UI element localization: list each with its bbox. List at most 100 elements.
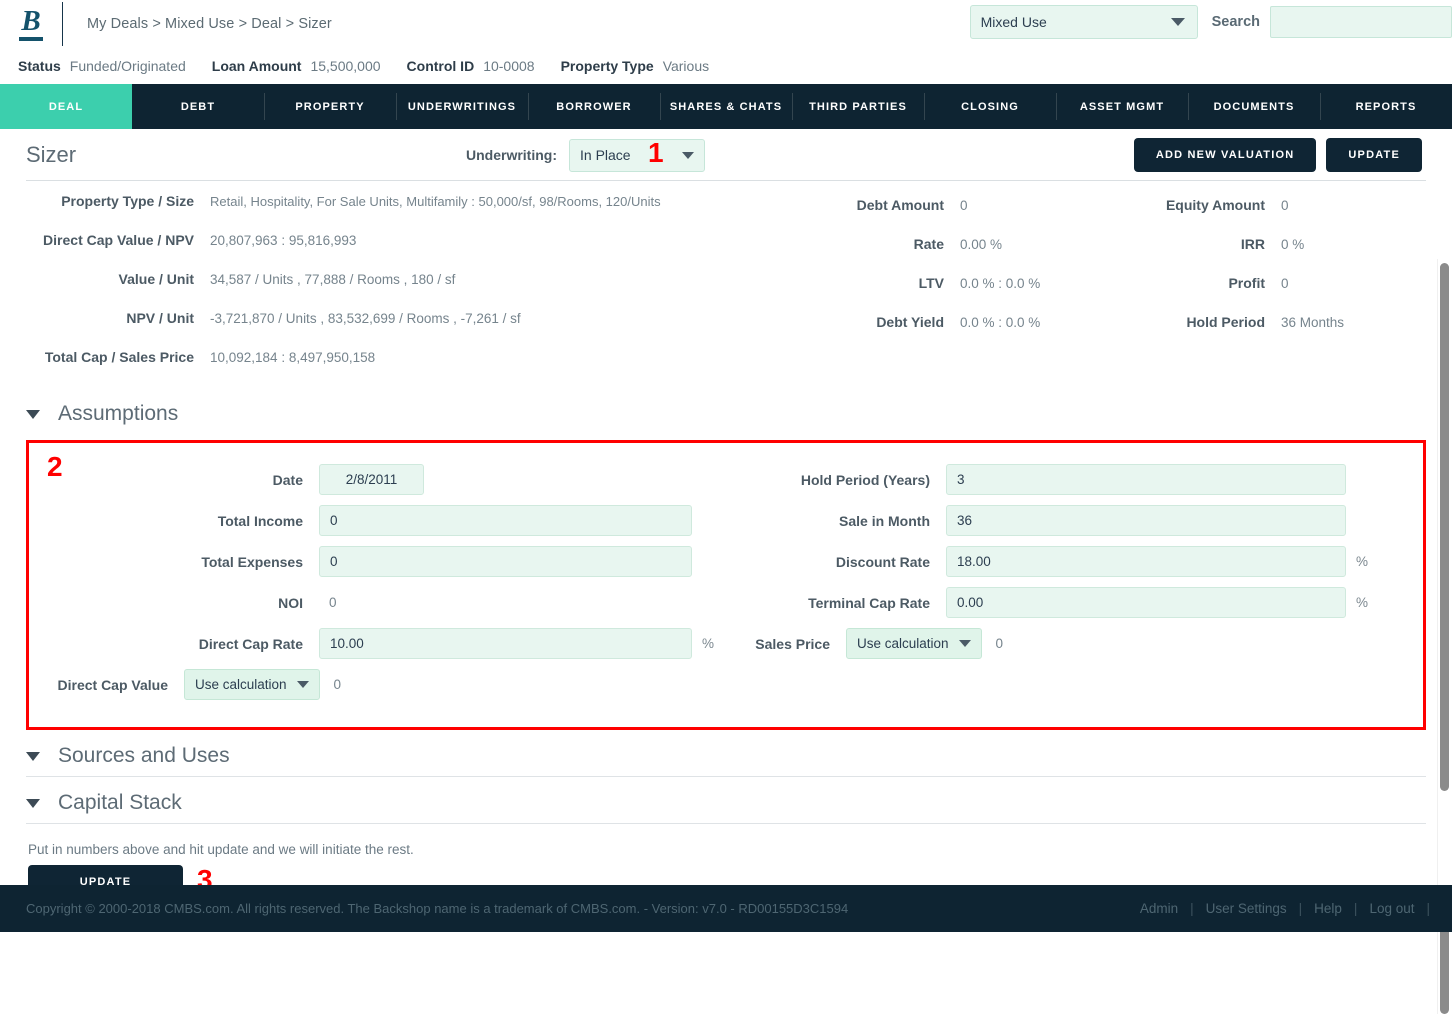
triangle-down-icon[interactable] <box>26 751 40 761</box>
status-label: Status <box>18 57 61 74</box>
sale-in-month-input[interactable] <box>946 505 1346 536</box>
footer-link-admin[interactable]: Admin <box>1128 901 1190 916</box>
footer-links: Admin | User Settings | Help | Log out | <box>1128 901 1430 916</box>
profit-value: 0 <box>1281 276 1289 291</box>
tab-reports[interactable]: REPORTS <box>1320 84 1452 129</box>
portfolio-select[interactable]: Mixed Use <box>969 5 1198 39</box>
tab-debt[interactable]: DEBT <box>132 84 264 129</box>
summary-equity-column: Equity Amount 0 IRR 0 % Profit 0 Hold Perio… <box>1131 197 1452 388</box>
sources-and-uses-section-header[interactable]: Sources and Uses <box>0 730 1452 776</box>
value-per-unit-label: Value / Unit <box>118 271 194 287</box>
sale-in-month-label: Sale in Month <box>839 512 930 529</box>
direct-cap-value-label: Direct Cap Value <box>57 676 169 693</box>
debt-amount-label: Debt Amount <box>856 197 944 213</box>
scrollbar-thumb[interactable] <box>1440 263 1449 791</box>
npv-per-unit-label: NPV / Unit <box>126 310 194 326</box>
debt-yield-label: Debt Yield <box>876 314 944 330</box>
tab-asset-mgmt-label: ASSET MGMT <box>1079 100 1165 113</box>
summary-row: Direct Cap Value / NPV 20,807,963 : 95,81… <box>0 232 810 271</box>
scrollbar-thumb-secondary[interactable] <box>1440 919 1449 1014</box>
direct-cap-value-select-label: Use calculation <box>195 677 287 692</box>
date-input[interactable] <box>319 464 424 495</box>
copyright-text: Copyright © 2000-2018 CMBS.com. All righ… <box>26 901 849 916</box>
sizer-header-buttons: ADD NEW VALUATION UPDATE <box>1133 138 1422 172</box>
direct-cap-value-select[interactable]: Use calculation <box>184 669 320 700</box>
terminal-cap-rate-label: Terminal Cap Rate <box>808 594 930 611</box>
tab-deal-label: DEAL <box>48 100 84 113</box>
search-input[interactable] <box>1270 6 1452 38</box>
tab-property[interactable]: PROPERTY <box>264 84 396 129</box>
tab-documents[interactable]: DOCUMENTS <box>1188 84 1320 129</box>
triangle-down-icon[interactable] <box>26 798 40 808</box>
tab-borrower[interactable]: BORROWER <box>528 84 660 129</box>
direct-cap-rate-unit: % <box>702 636 715 651</box>
tab-documents-label: DOCUMENTS <box>1213 100 1295 113</box>
sales-price-select[interactable]: Use calculation <box>846 628 982 659</box>
loan-amount-label: Loan Amount <box>211 57 302 74</box>
total-expenses-label: Total Expenses <box>201 553 303 570</box>
add-new-valuation-button[interactable]: ADD NEW VALUATION <box>1133 138 1317 172</box>
summary-row: Profit 0 <box>1131 275 1452 314</box>
summary-right-columns: Debt Amount 0 Rate 0.00 % LTV 0.0 % : 0.0 %… <box>810 193 1452 388</box>
property-type-label: Property Type <box>560 57 654 74</box>
chevron-down-icon <box>682 151 694 159</box>
tab-underwritings-label: UNDERWRITINGS <box>407 100 517 113</box>
tab-deal[interactable]: DEAL <box>0 84 132 129</box>
loan-amount-value: 15,500,000 <box>310 57 381 74</box>
form-row-hold-period: Hold Period (Years) <box>726 459 1423 500</box>
value-per-unit-value: 34,587 / Units , 77,888 / Rooms , 180 / … <box>210 272 456 287</box>
terminal-cap-rate-unit: % <box>1356 595 1369 610</box>
debt-yield-value: 0.0 % : 0.0 % <box>960 315 1041 330</box>
footer-link-log-out[interactable]: Log out <box>1357 901 1426 916</box>
direct-cap-rate-input[interactable] <box>319 628 692 659</box>
sizer-summary: Property Type / Size Retail, Hospitality,… <box>0 181 1452 388</box>
capital-stack-note: Put in numbers above and hit update and … <box>28 842 414 857</box>
tab-asset-mgmt[interactable]: ASSET MGMT <box>1056 84 1188 129</box>
footer-link-user-settings[interactable]: User Settings <box>1194 901 1299 916</box>
total-expenses-input[interactable] <box>319 546 692 577</box>
tab-third-parties[interactable]: THIRD PARTIES <box>792 84 924 129</box>
rate-value: 0.00 % <box>960 237 1003 252</box>
discount-rate-input[interactable] <box>946 546 1346 577</box>
terminal-cap-rate-input[interactable] <box>946 587 1346 618</box>
tab-property-label: PROPERTY <box>295 100 365 113</box>
form-row-discount-rate: Discount Rate % <box>726 541 1423 582</box>
assumptions-section-header[interactable]: Assumptions <box>0 388 1452 434</box>
summary-row: Total Cap / Sales Price 10,092,184 : 8,49… <box>0 349 810 388</box>
chevron-down-icon <box>296 681 309 688</box>
hold-period-years-input[interactable] <box>946 464 1346 495</box>
tab-underwritings[interactable]: UNDERWRITINGS <box>396 84 528 129</box>
page-title: Sizer <box>26 142 77 167</box>
footer-link-help[interactable]: Help <box>1302 901 1354 916</box>
total-income-input[interactable] <box>319 505 692 536</box>
equity-amount-label: Equity Amount <box>1165 197 1265 213</box>
annotation-marker-2: 2 <box>47 451 63 482</box>
profit-label: Profit <box>1228 275 1265 291</box>
hold-period-value: 36 Months <box>1281 315 1345 330</box>
capital-stack-section-header[interactable]: Capital Stack <box>0 777 1452 823</box>
noi-label: NOI <box>278 594 303 611</box>
ltv-label: LTV <box>918 275 944 291</box>
debt-amount-value: 0 <box>960 198 968 213</box>
tab-shares-and-chats[interactable]: SHARES & CHATS <box>660 84 792 129</box>
discount-rate-label: Discount Rate <box>835 553 930 570</box>
triangle-down-icon[interactable] <box>26 409 40 419</box>
top-header-bar: B My Deals > Mixed Use > Deal > Sizer Mi… <box>0 0 1452 47</box>
direct-cap-value-npv-value: 20,807,963 : 95,816,993 <box>210 233 357 248</box>
page-footer: Copyright © 2000-2018 CMBS.com. All righ… <box>0 885 1452 932</box>
underwriting-select[interactable]: In Place <box>569 138 705 172</box>
direct-cap-rate-label: Direct Cap Rate <box>198 635 303 652</box>
sales-price-select-label: Use calculation <box>857 636 949 651</box>
assumptions-section-title: Assumptions <box>58 402 179 425</box>
tab-debt-label: DEBT <box>180 100 216 113</box>
tab-borrower-label: BORROWER <box>556 100 632 113</box>
tab-reports-label: REPORTS <box>1355 100 1417 113</box>
header-right-controls: Mixed Use Search <box>969 5 1452 39</box>
direct-cap-value-npv-label: Direct Cap Value / NPV <box>43 232 194 248</box>
breadcrumb[interactable]: My Deals > Mixed Use > Deal > Sizer <box>87 16 332 32</box>
update-button-top[interactable]: UPDATE <box>1326 138 1422 172</box>
form-row-direct-cap-value: Direct Cap Value Use calculation 0 <box>29 664 726 705</box>
app-logo[interactable]: B <box>0 0 62 47</box>
ltv-value: 0.0 % : 0.0 % <box>960 276 1041 291</box>
tab-closing[interactable]: CLOSING <box>924 84 1056 129</box>
